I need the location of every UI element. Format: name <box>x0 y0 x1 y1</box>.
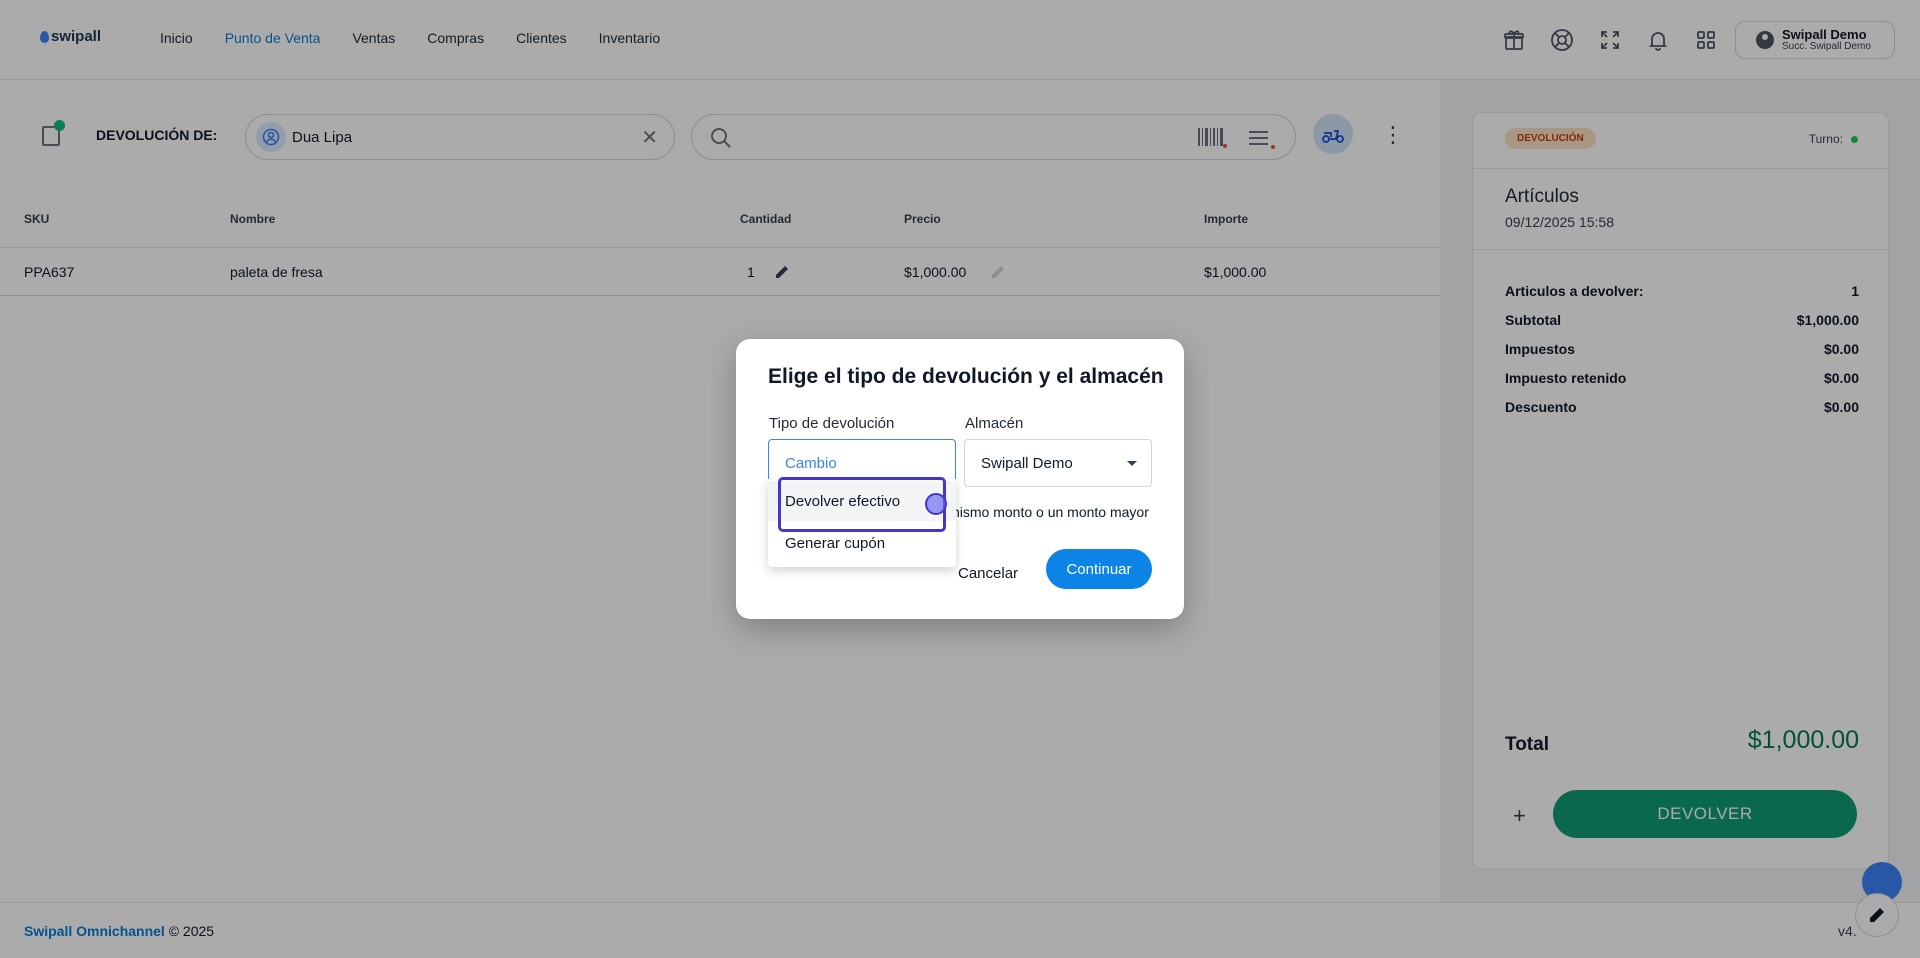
cursor-indicator <box>925 493 947 515</box>
dialog-title: Elige el tipo de devolución y el almacén <box>768 365 1164 388</box>
continue-button[interactable]: Continuar <box>1046 549 1152 589</box>
focus-highlight <box>778 477 946 532</box>
return-type-value: Cambio <box>785 455 837 472</box>
dialog-hint: nismo monto o un monto mayor <box>952 504 1149 520</box>
warehouse-value: Swipall Demo <box>981 455 1073 472</box>
return-type-label: Tipo de devolución <box>769 415 895 432</box>
warehouse-select[interactable]: Swipall Demo <box>964 439 1152 487</box>
chevron-down-icon <box>1127 461 1137 466</box>
warehouse-label: Almacén <box>965 415 1024 432</box>
cancel-button[interactable]: Cancelar <box>946 553 1030 593</box>
